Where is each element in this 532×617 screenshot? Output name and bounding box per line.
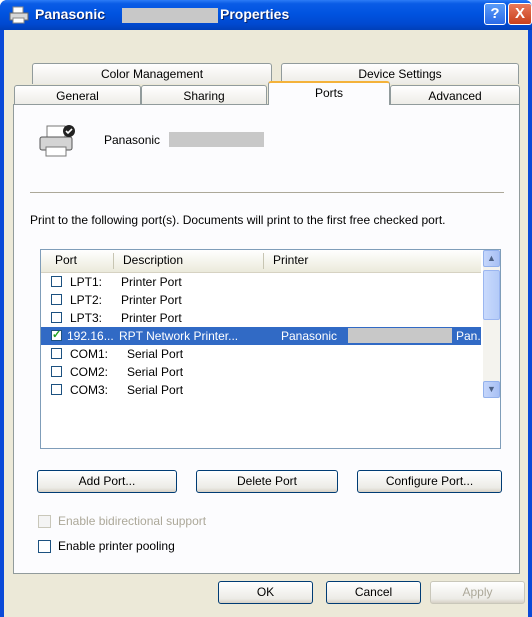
separator [30, 192, 504, 193]
port-name: COM2: [70, 365, 109, 379]
tab-advanced[interactable]: Advanced [390, 85, 520, 106]
window-title-prefix: Panasonic [35, 6, 106, 22]
port-description: Printer Port [121, 293, 182, 307]
scroll-up-arrow-icon[interactable]: ▲ [483, 250, 500, 267]
port-name: LPT2: [70, 293, 103, 307]
help-button[interactable]: ? [484, 3, 506, 25]
configure-port-button[interactable]: Configure Port... [357, 470, 502, 493]
port-checkbox[interactable] [51, 384, 62, 395]
column-header-port[interactable]: Port [55, 253, 77, 267]
redacted-block [122, 8, 218, 23]
port-checkbox[interactable] [51, 348, 62, 359]
port-name: LPT3: [70, 311, 103, 325]
port-row-com2[interactable]: COM2: Serial Port [41, 363, 481, 381]
printer-icon [9, 6, 29, 24]
port-row-lpt3[interactable]: LPT3: Printer Port [41, 309, 481, 327]
port-checkbox[interactable] [51, 294, 62, 305]
properties-window: Panasonic Properties ? X Color Managemen… [0, 0, 532, 617]
bidirectional-checkbox[interactable] [38, 515, 51, 528]
port-name: 192.16... [67, 329, 114, 343]
port-name: COM3: [70, 383, 109, 397]
port-checkbox[interactable] [51, 276, 62, 287]
close-button[interactable]: X [508, 3, 532, 25]
cancel-button[interactable]: Cancel [326, 581, 421, 604]
window-title-suffix: Properties [220, 6, 290, 22]
port-description: Serial Port [127, 383, 184, 397]
port-description: Printer Port [121, 311, 182, 325]
ok-button[interactable]: OK [218, 581, 313, 604]
add-port-button[interactable]: Add Port... [37, 470, 177, 493]
column-divider[interactable] [263, 253, 264, 269]
port-description: Serial Port [127, 347, 184, 361]
column-header-printer[interactable]: Printer [273, 253, 308, 267]
port-description: Serial Port [127, 365, 184, 379]
port-printer: Panasonic [281, 329, 338, 343]
vertical-scrollbar[interactable]: ▲ ▼ [483, 250, 500, 398]
column-divider[interactable] [113, 253, 114, 269]
title-bar[interactable]: Panasonic Properties ? X [0, 0, 532, 30]
port-name: COM1: [70, 347, 109, 361]
printer-icon [39, 125, 75, 157]
redacted-block [348, 328, 452, 343]
port-checkbox[interactable] [51, 366, 62, 377]
column-header-description[interactable]: Description [123, 253, 183, 267]
port-description: RPT Network Printer... [119, 329, 239, 343]
ports-description: Print to the following port(s). Document… [30, 213, 446, 227]
scroll-down-arrow-icon[interactable]: ▼ [483, 381, 500, 398]
port-row-com1[interactable]: COM1: Serial Port [41, 345, 481, 363]
printer-name: Panasonic [104, 133, 161, 147]
tab-color-management[interactable]: Color Management [32, 63, 272, 84]
pooling-checkbox[interactable] [38, 540, 51, 553]
dialog-client: Color Management Device Settings General… [4, 30, 528, 617]
redacted-block [169, 132, 264, 147]
port-checkbox[interactable] [51, 328, 62, 341]
scroll-thumb[interactable] [483, 270, 500, 320]
port-row-network[interactable]: 192.16... RPT Network Printer... Panason… [41, 327, 487, 345]
port-checkbox[interactable] [51, 312, 62, 323]
ports-list[interactable]: Port Description Printer LPT1: Printer P… [40, 249, 501, 449]
list-header: Port Description Printer [41, 250, 481, 273]
bidirectional-label: Enable bidirectional support [58, 514, 207, 528]
port-row-lpt1[interactable]: LPT1: Printer Port [41, 273, 481, 291]
tab-general[interactable]: General [14, 85, 141, 106]
port-row-lpt2[interactable]: LPT2: Printer Port [41, 291, 481, 309]
ports-panel: Panasonic Print to the following port(s)… [13, 104, 520, 574]
pooling-label: Enable printer pooling [58, 539, 175, 553]
port-name: LPT1: [70, 275, 103, 289]
apply-button[interactable]: Apply [430, 581, 525, 604]
tab-ports[interactable]: Ports [268, 81, 390, 105]
delete-port-button[interactable]: Delete Port [196, 470, 338, 493]
tab-sharing[interactable]: Sharing [141, 85, 267, 106]
port-description: Printer Port [121, 275, 182, 289]
port-row-com3[interactable]: COM3: Serial Port [41, 381, 481, 399]
